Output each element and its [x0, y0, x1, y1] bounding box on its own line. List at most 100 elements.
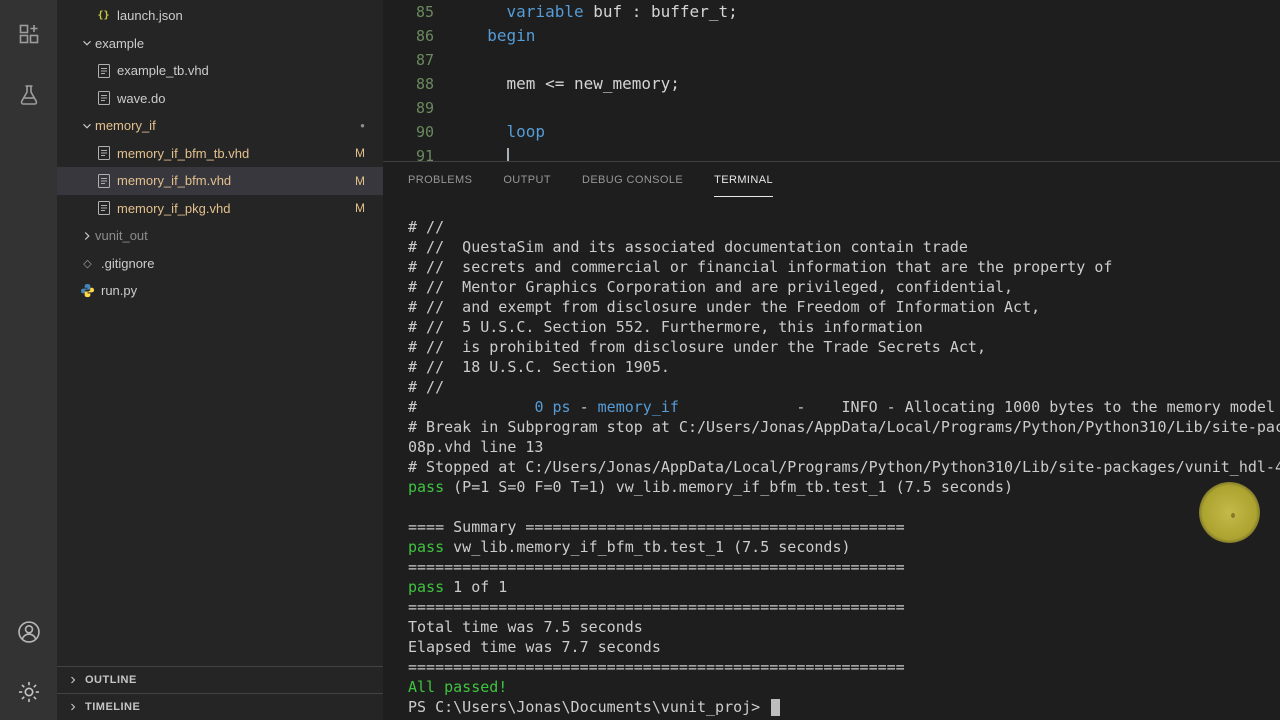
file-label: memory_if [95, 118, 156, 134]
terminal-line: # Stopped at C:/Users/Jonas/AppData/Loca… [408, 458, 1280, 476]
terminal-line: # // QuestaSim and its associated docume… [408, 238, 968, 256]
code-text: loop [506, 122, 546, 141]
file-row-memory-if-pkg-vhd[interactable]: memory_if_pkg.vhd M [57, 195, 383, 223]
file-label: memory_if_pkg.vhd [117, 200, 231, 216]
terminal-line: ========================================… [408, 598, 905, 616]
terminal-line: Elapsed time was 7.7 seconds [408, 638, 661, 656]
terminal-line: # // 18 U.S.C. Section 1905. [408, 358, 670, 376]
terminal-line: 08p.vhd line 13 [408, 438, 544, 456]
modified-dot-indicator: ● [360, 121, 365, 131]
extensions-icon[interactable] [15, 21, 43, 49]
panel-tab-terminal[interactable]: TERMINAL [714, 162, 773, 197]
code-line[interactable]: 91 [383, 144, 1280, 161]
account-icon[interactable] [15, 618, 43, 646]
terminal-cursor [771, 699, 781, 716]
file-row-memory-if-bfm-tb-vhd[interactable]: memory_if_bfm_tb.vhd M [57, 140, 383, 168]
file-row-wave-do[interactable]: wave.do [57, 85, 383, 113]
terminal-line: pass vw_lib.memory_if_bfm_tb.test_1 (7.5… [408, 538, 851, 556]
file-label: wave.do [117, 90, 166, 106]
file-row-example-tb-vhd[interactable]: example_tb.vhd [57, 57, 383, 85]
terminal-line: # // secrets and commercial or financial… [408, 258, 1113, 276]
vscode-window: {} launch.json example example_tb.vhd wave.d… [0, 0, 1280, 720]
line-number: 87 [415, 51, 434, 69]
json-icon: {} [97, 10, 110, 22]
terminal-line: # // 5 U.S.C. Section 552. Furthermore, … [408, 318, 923, 336]
terminal-line: pass (P=1 S=0 F=0 T=1) vw_lib.memory_if_… [408, 478, 1014, 496]
file-row-example[interactable]: example [57, 30, 383, 58]
test-beaker-icon[interactable] [15, 81, 43, 109]
terminal-line: # Break in Subprogram stop at C:/Users/J… [408, 418, 1280, 436]
code-line[interactable]: 87 [383, 48, 1280, 72]
gitignore-diamond-icon: ◇ [83, 257, 92, 270]
outline-section-label: OUTLINE [85, 674, 137, 686]
code-line[interactable]: 86 begin [383, 24, 1280, 48]
chevron-right-icon [79, 228, 95, 244]
file-label: example [95, 35, 145, 51]
file-icon [95, 63, 112, 79]
terminal-line: ========================================… [408, 658, 905, 676]
code-line[interactable]: 89 [383, 96, 1280, 120]
terminal-line: # // [408, 218, 445, 236]
file-row-memory-if-bfm-vhd[interactable]: memory_if_bfm.vhd M [57, 167, 383, 195]
line-number: 88 [415, 75, 434, 93]
code-text: variable buf : buffer_t; [506, 2, 738, 21]
editor-and-panel: 85 variable buf : buffer_t; 86 begin 87 88 … [383, 0, 1280, 720]
file-label: vunit_out [95, 228, 148, 244]
indent-guide-bar [507, 148, 509, 161]
panel-tab-bar: PROBLEMS OUTPUT DEBUG CONSOLE TERMINAL [383, 162, 1280, 197]
file-row-launch-json[interactable]: {} launch.json [57, 2, 383, 30]
panel-tab-debug-console[interactable]: DEBUG CONSOLE [582, 162, 683, 197]
code-line[interactable]: 90 loop [383, 120, 1280, 144]
file-row-gitignore[interactable]: ◇ .gitignore [57, 250, 383, 278]
terminal-line: # // and exempt from disclosure under th… [408, 298, 1041, 316]
chevron-down-icon [79, 35, 95, 51]
chevron-down-icon [79, 118, 95, 134]
terminal-output[interactable]: # // # // QuestaSim and its associated do… [383, 197, 1280, 720]
file-label: memory_if_bfm.vhd [117, 173, 232, 189]
terminal-line: All passed! [408, 678, 508, 696]
git-modified-badge: M [355, 201, 365, 216]
git-modified-badge: M [355, 173, 365, 188]
code-text: begin [487, 26, 536, 45]
terminal-line: ==== Summary ===========================… [408, 518, 905, 536]
settings-gear-icon[interactable] [15, 678, 43, 706]
activity-bar-bottom [15, 618, 43, 720]
file-icon [95, 90, 112, 106]
git-modified-badge: M [355, 146, 365, 161]
file-label: launch.json [117, 8, 183, 24]
chevron-right-icon [65, 699, 81, 715]
activity-bar [0, 0, 57, 720]
line-number: 85 [415, 3, 434, 21]
code-line[interactable]: 85 variable buf : buffer_t; [383, 0, 1280, 24]
outline-section-header[interactable]: OUTLINE [57, 666, 383, 693]
file-row-memory-if[interactable]: memory_if ● [57, 112, 383, 140]
line-number: 86 [415, 27, 434, 45]
file-icon [95, 173, 112, 189]
file-row-run-py[interactable]: run.py [57, 277, 383, 305]
file-label: .gitignore [101, 255, 155, 271]
chevron-right-icon [65, 672, 81, 688]
panel-tab-output[interactable]: OUTPUT [503, 162, 551, 197]
timeline-section-label: TIMELINE [85, 701, 141, 713]
file-label: example_tb.vhd [117, 63, 209, 79]
file-row-vunit-out[interactable]: vunit_out [57, 222, 383, 250]
file-icon [95, 200, 112, 216]
timeline-section-header[interactable]: TIMELINE [57, 693, 383, 720]
file-label: memory_if_bfm_tb.vhd [117, 145, 250, 161]
file-label: run.py [101, 283, 138, 299]
terminal-line: # // [408, 378, 445, 396]
panel-tab-problems[interactable]: PROBLEMS [408, 162, 472, 197]
terminal-line: pass 1 of 1 [408, 578, 508, 596]
line-number: 90 [415, 123, 434, 141]
terminal-line: # // is prohibited from disclosure under… [408, 338, 986, 356]
code-editor[interactable]: 85 variable buf : buffer_t; 86 begin 87 88 … [383, 0, 1280, 161]
file-tree: {} launch.json example example_tb.vhd wave.d… [57, 0, 383, 666]
file-icon [95, 145, 112, 161]
terminal-line: # 0 ps - memory_if - INFO - Allocating 1… [408, 398, 1275, 416]
line-number: 89 [415, 99, 434, 117]
code-line[interactable]: 88 mem <= new_memory; [383, 72, 1280, 96]
